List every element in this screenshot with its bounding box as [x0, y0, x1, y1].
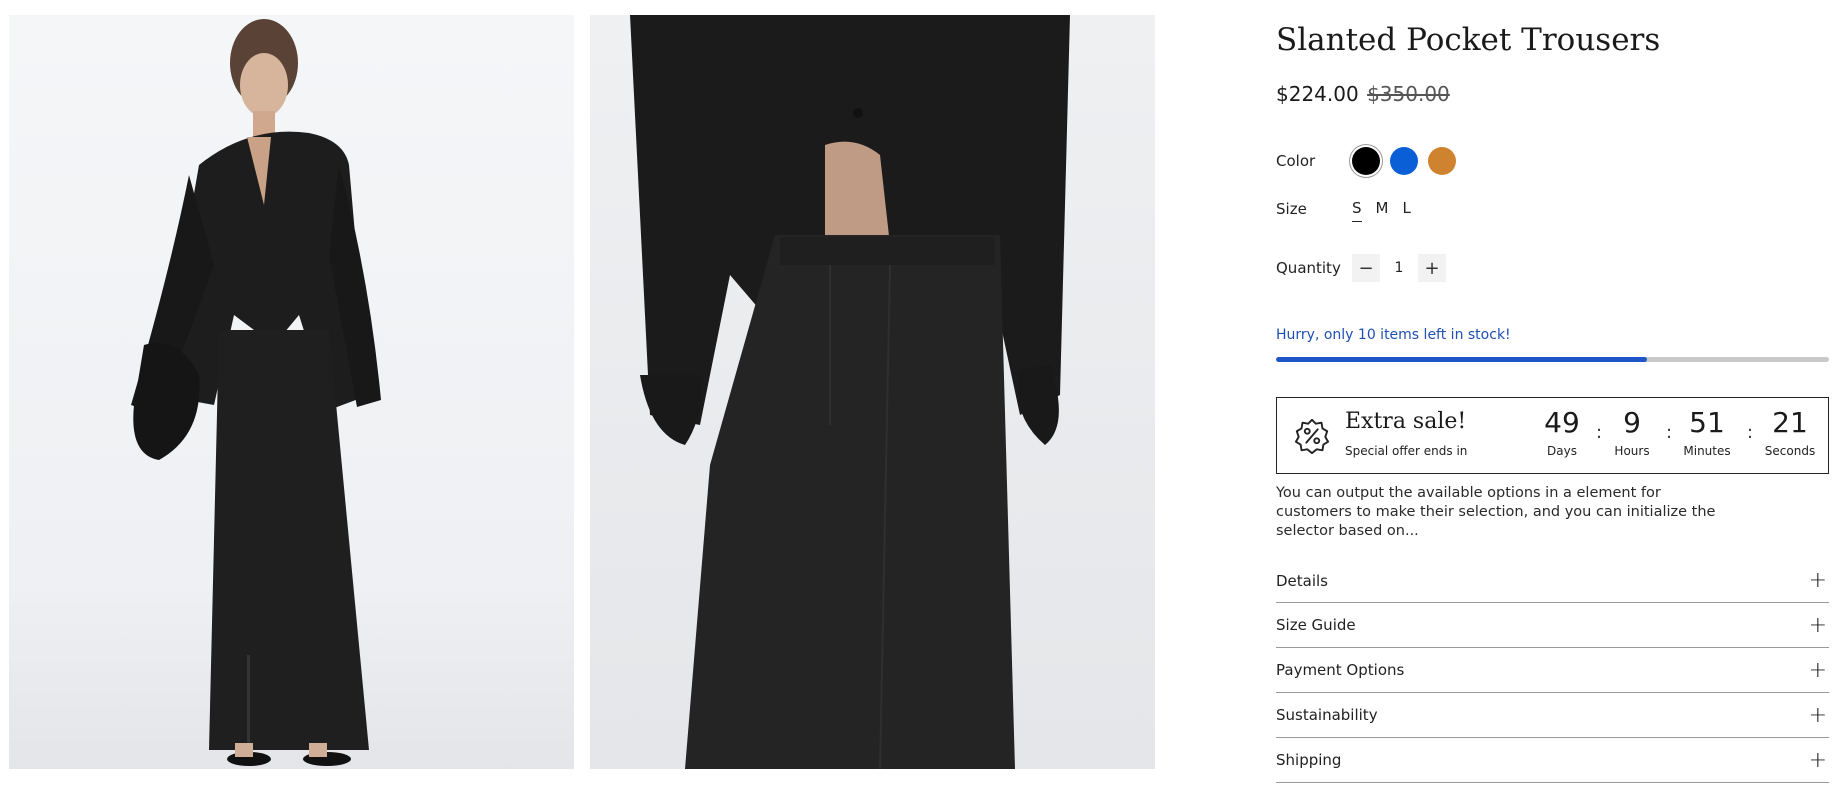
accordion-label: Sustainability — [1276, 706, 1378, 724]
countdown-hours: 9 Hours — [1602, 406, 1662, 458]
accordion-payment-options[interactable]: Payment Options + — [1276, 648, 1829, 693]
plus-icon: + — [1808, 702, 1827, 728]
quantity-value[interactable]: 1 — [1380, 260, 1418, 276]
size-selector: S M L — [1352, 199, 1411, 222]
size-option-s[interactable]: S — [1352, 199, 1362, 222]
product-image-closeup[interactable] — [590, 15, 1155, 769]
countdown-days-label: Days — [1547, 444, 1577, 458]
color-label: Color — [1276, 152, 1316, 170]
countdown-seconds-label: Seconds — [1764, 444, 1816, 458]
countdown-separator: : — [1747, 422, 1754, 443]
product-title: Slanted Pocket Trousers — [1276, 22, 1661, 58]
accordion-size-guide[interactable]: Size Guide + — [1276, 603, 1829, 648]
stock-message: Hurry, only 10 items left in stock! — [1276, 327, 1511, 343]
countdown-seconds-value: 21 — [1772, 406, 1808, 439]
countdown-minutes-value: 51 — [1689, 406, 1725, 439]
countdown-seconds: 21 Seconds — [1760, 406, 1820, 458]
sale-countdown-box: Extra sale! Special offer ends in 49 Day… — [1276, 397, 1829, 474]
accordion-label: Details — [1276, 571, 1329, 590]
quantity-label: Quantity — [1276, 259, 1341, 277]
minus-icon: − — [1358, 257, 1374, 279]
product-image-full[interactable] — [9, 15, 574, 769]
stock-progress-bar — [1276, 357, 1829, 362]
size-label: Size — [1276, 200, 1307, 218]
countdown-separator: : — [1666, 422, 1673, 443]
accordion-label: Size Guide — [1276, 616, 1356, 634]
accordion-label: Payment Options — [1276, 661, 1405, 679]
product-accordion: Details + Size Guide + Payment Options +… — [1276, 559, 1829, 783]
plus-icon: + — [1808, 747, 1827, 773]
stock-progress-fill — [1276, 357, 1647, 362]
countdown-minutes: 51 Minutes — [1677, 406, 1737, 458]
price-row: $224.00 $350.00 — [1276, 82, 1450, 106]
countdown-days: 49 Days — [1532, 406, 1592, 458]
product-description: You can output the available options in … — [1276, 485, 1716, 539]
quantity-increase-button[interactable]: + — [1418, 254, 1446, 282]
color-swatch-orange[interactable] — [1428, 147, 1456, 175]
plus-icon: + — [1808, 612, 1827, 638]
plus-icon: + — [1424, 257, 1440, 279]
accordion-details[interactable]: Details + — [1276, 559, 1829, 603]
discount-badge-icon — [1294, 418, 1330, 455]
color-swatch-black[interactable] — [1352, 147, 1380, 175]
sale-subtitle: Special offer ends in — [1345, 444, 1468, 458]
size-option-l[interactable]: L — [1402, 199, 1410, 222]
size-option-m[interactable]: M — [1376, 199, 1389, 222]
quantity-decrease-button[interactable]: − — [1352, 254, 1380, 282]
accordion-shipping[interactable]: Shipping + — [1276, 738, 1829, 783]
countdown-minutes-label: Minutes — [1683, 444, 1731, 458]
countdown-hours-label: Hours — [1614, 444, 1650, 458]
color-swatches — [1352, 147, 1456, 175]
sale-price: $224.00 — [1276, 82, 1359, 106]
color-swatch-blue[interactable] — [1390, 147, 1418, 175]
accordion-sustainability[interactable]: Sustainability + — [1276, 693, 1829, 738]
quantity-stepper: − 1 + — [1352, 254, 1446, 282]
plus-icon: + — [1808, 568, 1827, 593]
accordion-label: Shipping — [1276, 751, 1342, 769]
plus-icon: + — [1808, 657, 1827, 683]
compare-price: $350.00 — [1367, 82, 1450, 106]
sale-title: Extra sale! — [1345, 409, 1467, 434]
countdown-hours-value: 9 — [1623, 406, 1641, 439]
countdown-days-value: 49 — [1544, 406, 1580, 439]
